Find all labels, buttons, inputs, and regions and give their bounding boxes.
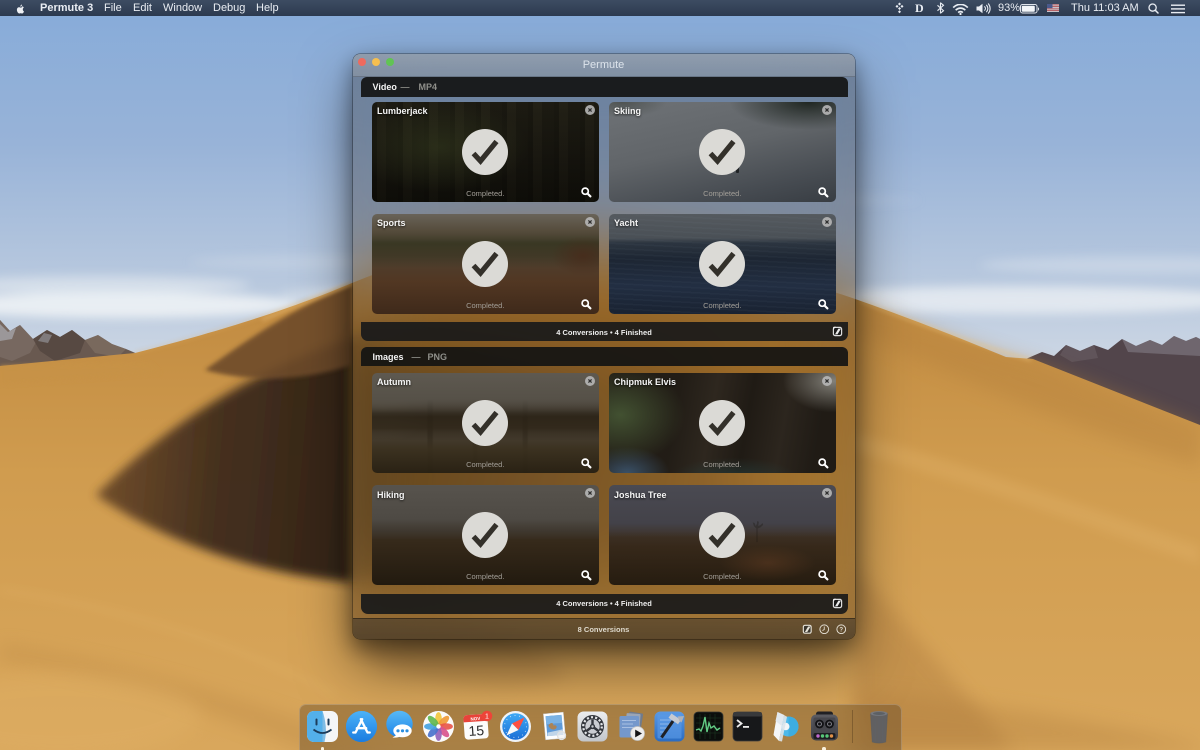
svg-text:?: ? — [839, 626, 843, 633]
svg-text:1: 1 — [485, 713, 489, 720]
svg-text:NOV: NOV — [471, 715, 481, 721]
svg-text:15: 15 — [468, 721, 485, 738]
